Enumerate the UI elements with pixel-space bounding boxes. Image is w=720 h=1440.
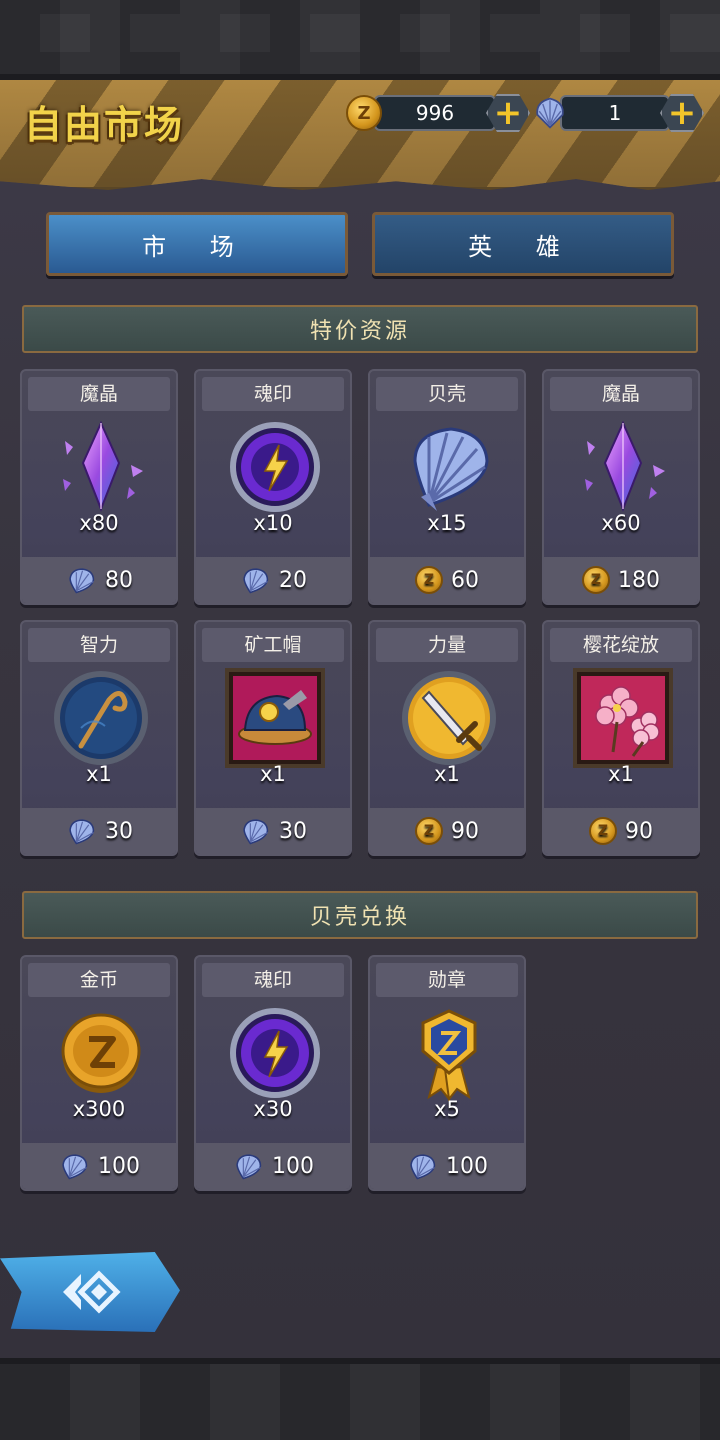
price-value: 60 bbox=[451, 567, 479, 593]
shop-item-card[interactable]: 金币 x300 100 bbox=[20, 955, 178, 1191]
shop-item-card[interactable]: 魂印 x30 100 bbox=[194, 955, 352, 1191]
miner-hat-icon bbox=[225, 668, 325, 768]
gold-coin-icon bbox=[51, 1003, 151, 1103]
soul-seal-icon bbox=[225, 1003, 325, 1103]
specials-section-header: 特价资源 bbox=[22, 305, 698, 353]
price-button[interactable]: Z 180 bbox=[544, 557, 698, 603]
back-arrow-icon bbox=[63, 1270, 121, 1314]
shop-item-card[interactable]: 贝壳 x15 Z 60 bbox=[368, 369, 526, 605]
item-quantity: x1 bbox=[260, 762, 286, 786]
price-button[interactable]: 100 bbox=[196, 1143, 350, 1189]
price-button[interactable]: 30 bbox=[196, 808, 350, 854]
item-name: 矿工帽 bbox=[202, 628, 344, 662]
item-quantity: x1 bbox=[86, 762, 112, 786]
price-button[interactable]: 20 bbox=[196, 557, 350, 603]
coin-price-icon: Z bbox=[415, 566, 443, 594]
item-name: 魂印 bbox=[202, 963, 344, 997]
shell-price-icon bbox=[410, 1154, 436, 1180]
sword-icon bbox=[399, 668, 499, 768]
staff-icon bbox=[51, 668, 151, 768]
price-value: 100 bbox=[446, 1153, 488, 1179]
tab-market[interactable]: 市 场 bbox=[46, 212, 348, 276]
shell-price-icon bbox=[62, 1154, 88, 1180]
crystal-icon bbox=[51, 417, 151, 517]
tab-heroes[interactable]: 英 雄 bbox=[372, 212, 674, 276]
item-quantity: x5 bbox=[434, 1097, 460, 1121]
price-value: 180 bbox=[618, 567, 660, 593]
coin-amount: 996 bbox=[374, 95, 496, 131]
item-name: 魔晶 bbox=[28, 377, 170, 411]
shop-item-card[interactable]: 勋章 x5 100 bbox=[368, 955, 526, 1191]
item-quantity: x1 bbox=[608, 762, 634, 786]
soul-seal-icon bbox=[225, 417, 325, 517]
item-quantity: x15 bbox=[427, 511, 467, 535]
bottom-stone-border bbox=[0, 1358, 720, 1440]
shell-price-icon bbox=[69, 568, 95, 594]
price-value: 100 bbox=[272, 1153, 314, 1179]
crystal-icon bbox=[573, 417, 673, 517]
item-name: 樱花绽放 bbox=[550, 628, 692, 662]
shell-icon bbox=[536, 97, 564, 129]
coin-price-icon: Z bbox=[589, 817, 617, 845]
item-name: 魂印 bbox=[202, 377, 344, 411]
coin-icon: Z bbox=[346, 95, 382, 131]
item-name: 金币 bbox=[28, 963, 170, 997]
back-button[interactable] bbox=[0, 1252, 180, 1332]
shop-item-card[interactable]: 魂印 x10 20 bbox=[194, 369, 352, 605]
item-name: 智力 bbox=[28, 628, 170, 662]
shell-counter: 1 + bbox=[532, 93, 704, 133]
price-button[interactable]: Z 60 bbox=[370, 557, 524, 603]
price-value: 20 bbox=[279, 567, 307, 593]
price-value: 80 bbox=[105, 567, 133, 593]
price-value: 30 bbox=[279, 818, 307, 844]
item-name: 魔晶 bbox=[550, 377, 692, 411]
medal-icon bbox=[399, 1003, 499, 1103]
page-title: 自由市场 bbox=[24, 103, 185, 147]
price-value: 30 bbox=[105, 818, 133, 844]
item-quantity: x300 bbox=[72, 1097, 126, 1121]
item-name: 勋章 bbox=[376, 963, 518, 997]
item-name: 贝壳 bbox=[376, 377, 518, 411]
shell-price-icon bbox=[243, 568, 269, 594]
item-quantity: x80 bbox=[79, 511, 119, 535]
coin-price-icon: Z bbox=[582, 566, 610, 594]
coin-counter: Z 996 + bbox=[346, 93, 530, 133]
shop-item-card[interactable]: 魔晶 x60 Z 180 bbox=[542, 369, 700, 605]
price-value: 90 bbox=[451, 818, 479, 844]
item-name: 力量 bbox=[376, 628, 518, 662]
price-button[interactable]: 100 bbox=[370, 1143, 524, 1189]
price-button[interactable]: 30 bbox=[22, 808, 176, 854]
item-quantity: x1 bbox=[434, 762, 460, 786]
item-quantity: x30 bbox=[253, 1097, 293, 1121]
cherry-blossom-icon bbox=[573, 668, 673, 768]
top-stone-border bbox=[0, 0, 720, 80]
price-button[interactable]: Z 90 bbox=[370, 808, 524, 854]
price-button[interactable]: 100 bbox=[22, 1143, 176, 1189]
shell-icon bbox=[399, 417, 499, 517]
shop-item-card[interactable]: 矿工帽 x1 30 bbox=[194, 620, 352, 856]
price-value: 90 bbox=[625, 818, 653, 844]
price-button[interactable]: Z 90 bbox=[544, 808, 698, 854]
shop-item-card[interactable]: 魔晶 x80 80 bbox=[20, 369, 178, 605]
coin-price-icon: Z bbox=[415, 817, 443, 845]
shop-item-card[interactable]: 力量 x1 Z 90 bbox=[368, 620, 526, 856]
shop-item-card[interactable]: 智力 x1 30 bbox=[20, 620, 178, 856]
shell-price-icon bbox=[69, 819, 95, 845]
shell-price-icon bbox=[243, 819, 269, 845]
price-value: 100 bbox=[98, 1153, 140, 1179]
exchange-section-header: 贝壳兑换 bbox=[22, 891, 698, 939]
shell-price-icon bbox=[236, 1154, 262, 1180]
item-quantity: x60 bbox=[601, 511, 641, 535]
shop-item-card[interactable]: 樱花绽放 x1 Z 90 bbox=[542, 620, 700, 856]
item-quantity: x10 bbox=[253, 511, 293, 535]
shell-amount: 1 bbox=[560, 95, 670, 131]
price-button[interactable]: 80 bbox=[22, 557, 176, 603]
